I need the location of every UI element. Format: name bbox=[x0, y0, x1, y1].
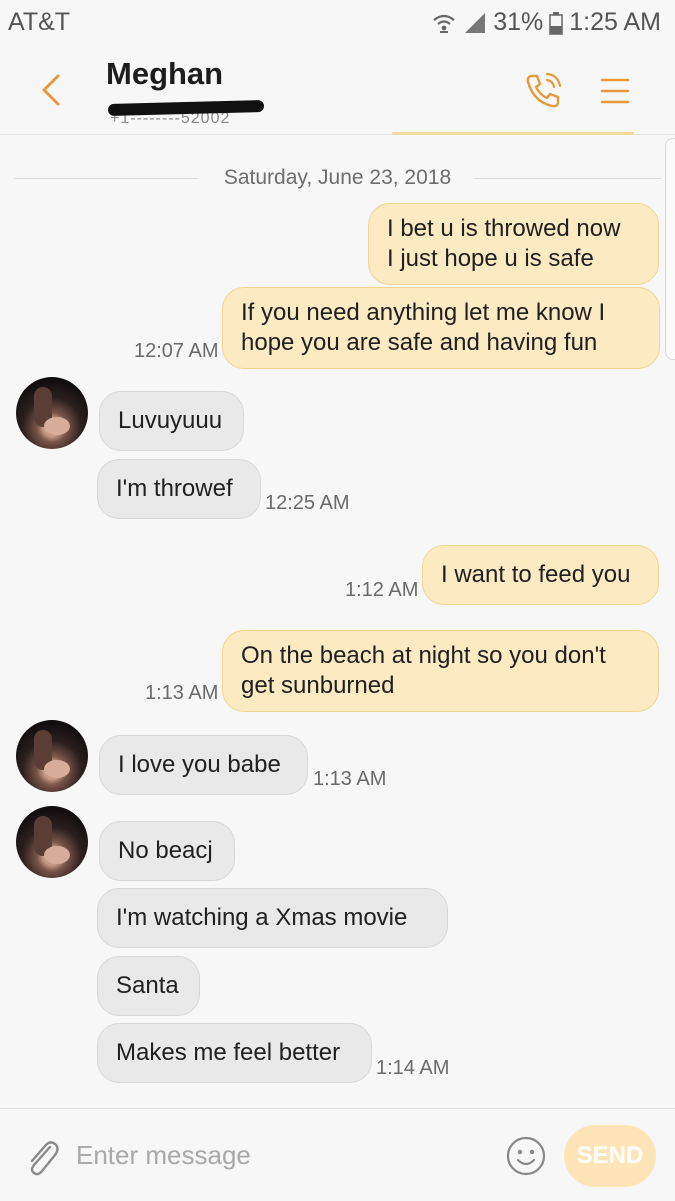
message-timestamp: 12:07 AM bbox=[134, 340, 219, 362]
contact-avatar[interactable] bbox=[16, 720, 88, 792]
sent-message[interactable]: I bet u is throwed now I just hope u is … bbox=[368, 203, 659, 285]
received-message[interactable]: I'm throwef bbox=[97, 459, 261, 519]
message-timestamp: 12:25 AM bbox=[265, 492, 350, 514]
conversation-header: Meghan +1‑‑‑‑‑‑‑‑52002 bbox=[0, 46, 675, 135]
message-input[interactable] bbox=[72, 1135, 500, 1175]
sent-message[interactable]: I want to feed you bbox=[422, 545, 659, 605]
phone-call-icon[interactable] bbox=[522, 70, 564, 112]
message-composer: SEND bbox=[0, 1108, 675, 1201]
sent-message[interactable]: On the beach at night so you don't get s… bbox=[222, 630, 659, 712]
received-message[interactable]: Luvuyuuu bbox=[99, 391, 244, 451]
message-timestamp: 1:12 AM bbox=[345, 579, 419, 601]
signal-icon bbox=[463, 11, 487, 35]
status-bar: AT&T 31% 1:25 AM bbox=[0, 0, 675, 46]
redaction-mark bbox=[107, 99, 265, 117]
status-indicators: 31% 1:25 AM bbox=[431, 8, 661, 37]
send-button[interactable]: SEND bbox=[564, 1125, 656, 1187]
carrier-name: AT&T bbox=[8, 8, 71, 36]
contact-avatar[interactable] bbox=[16, 377, 88, 449]
date-separator: Saturday, June 23, 2018 bbox=[0, 164, 675, 194]
received-message[interactable]: No beacj bbox=[99, 821, 235, 881]
message-timestamp: 1:14 AM bbox=[376, 1057, 450, 1079]
contact-name[interactable]: Meghan bbox=[106, 56, 223, 92]
paperclip-icon[interactable] bbox=[22, 1135, 62, 1179]
contact-avatar[interactable] bbox=[16, 806, 88, 878]
previous-message-edge bbox=[392, 132, 634, 135]
clock: 1:25 AM bbox=[569, 8, 661, 36]
received-message[interactable]: I'm watching a Xmas movie bbox=[97, 888, 448, 948]
emoji-icon[interactable] bbox=[505, 1135, 547, 1177]
received-message[interactable]: I love you babe bbox=[99, 735, 308, 795]
message-timestamp: 1:13 AM bbox=[145, 682, 219, 704]
received-message[interactable]: Makes me feel better bbox=[97, 1023, 372, 1083]
back-arrow-icon[interactable] bbox=[36, 70, 68, 110]
sent-message[interactable]: If you need anything let me know I hope … bbox=[222, 287, 660, 369]
wifi-calling-icon bbox=[431, 11, 457, 35]
received-message[interactable]: Santa bbox=[97, 956, 200, 1016]
menu-icon[interactable] bbox=[598, 74, 632, 108]
battery-percent: 31% bbox=[493, 8, 544, 36]
battery-icon bbox=[549, 11, 564, 35]
date-label: Saturday, June 23, 2018 bbox=[223, 166, 452, 189]
message-timestamp: 1:13 AM bbox=[313, 768, 387, 790]
